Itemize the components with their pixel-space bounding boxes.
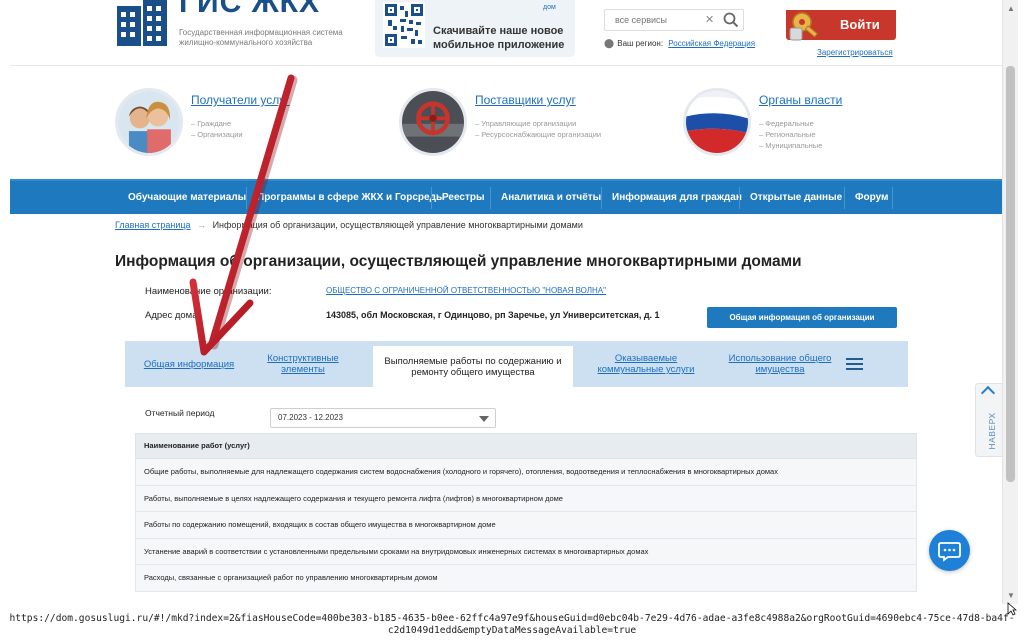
clear-icon[interactable]: ✕ (705, 13, 714, 26)
app-banner-text: Скачивайте наше новое мобильное приложен… (433, 25, 565, 51)
login-button[interactable]: Войти (786, 10, 896, 41)
app-banner-dom-label: дом (543, 4, 556, 11)
chevron-up-icon (980, 385, 996, 401)
nav-item-programs[interactable]: Программы в сфере ЖКХ и Горсреды (247, 181, 455, 216)
table-row[interactable]: Расходы, связанные с организацией работ … (135, 565, 917, 592)
building-logo-icon (117, 0, 167, 46)
tab-utility-services[interactable]: Оказываемые коммунальные услуги (585, 341, 707, 387)
org-info-button[interactable]: Общая информация об организации (707, 307, 897, 328)
tab-bar: Общая информация Конструктивные элементы… (125, 341, 908, 387)
nav-item-analytics[interactable]: Аналитика и отчёты (491, 181, 611, 216)
login-label: Войти (840, 17, 880, 32)
category-items: – Граждане – Организации (191, 118, 243, 140)
chat-icon (938, 542, 961, 562)
scroll-up-icon[interactable]: ▲ (1007, 4, 1015, 13)
valve-photo-icon (399, 88, 467, 156)
page-viewport: ГИС ЖКХ Государственная информационная с… (10, 0, 1002, 604)
register-link[interactable]: Зарегистрироваться (817, 48, 893, 57)
breadcrumb-home-link[interactable]: Главная страница (115, 220, 191, 230)
table-row[interactable]: Работы, выполняемые в целях надлежащего … (135, 485, 917, 512)
table-row[interactable]: Работы по содержанию помещений, входящих… (135, 512, 917, 539)
region-label: Ваш регион: (617, 39, 664, 48)
chevron-down-icon (479, 416, 489, 422)
search-icon[interactable] (722, 11, 740, 29)
period-value: 07.2023 - 12.2023 (278, 413, 343, 422)
category-item[interactable]: – Граждане (191, 118, 243, 129)
address-value: 143085, обл Московская, г Одинцово, рп З… (326, 310, 660, 320)
period-select[interactable]: 07.2023 - 12.2023 (270, 408, 496, 428)
category-item[interactable]: – Муниципальные (759, 140, 822, 151)
scroll-down-icon[interactable]: ▼ (1007, 591, 1015, 600)
header-divider (10, 65, 1002, 66)
table-header: Наименование работ (услуг) (135, 433, 917, 459)
location-pin-icon: ⬤ (604, 38, 615, 48)
address-label: Адрес дома: (145, 310, 201, 321)
breadcrumb-separator: → (197, 220, 207, 230)
qr-code-icon (383, 2, 425, 48)
category-item[interactable]: – Региональные (759, 129, 822, 140)
org-name-label: Наименование организации: (145, 286, 272, 297)
category-items: – Федеральные – Региональные – Муниципал… (759, 118, 822, 151)
search-input[interactable] (605, 10, 705, 30)
russian-flag-icon (683, 88, 751, 156)
screenshot-frame: ГИС ЖКХ Государственная информационная с… (0, 0, 1024, 641)
tab-common-property-use[interactable]: Использование общего имущества (723, 341, 837, 387)
category-title[interactable]: Получатели услуг (191, 93, 290, 107)
people-photo-icon (115, 88, 183, 156)
nav-separator (892, 187, 893, 209)
logo-subtitle: Государственная информационная система ж… (179, 28, 343, 47)
mobile-app-banner[interactable]: дом Скачивайте наше новое мобильное прил… (375, 0, 575, 57)
nav-item-forum[interactable]: Форум (845, 181, 898, 216)
region-link[interactable]: Российская Федерация (668, 39, 755, 48)
tab-general-info[interactable]: Общая информация (135, 341, 243, 387)
nav-item-training[interactable]: Обучающие материалы (118, 181, 256, 216)
category-title[interactable]: Органы власти (759, 93, 842, 107)
tab-maintenance-works[interactable]: Выполняемые работы по содержанию и ремон… (373, 346, 573, 387)
search-box[interactable]: ✕ (604, 9, 744, 31)
works-table: Наименование работ (услуг) Общие работы,… (135, 433, 917, 592)
logo-title: ГИС ЖКХ (179, 0, 321, 19)
status-url: https://dom.gosuslugi.ru/#!/mkd?index=2&… (9, 613, 1015, 636)
page-title: Информация об организации, осуществляюще… (115, 253, 802, 270)
nav-item-open-data[interactable]: Открытые данные (740, 181, 852, 216)
mouse-cursor-icon (1007, 602, 1017, 616)
region-selector: ⬤ Ваш регион: Российская Федерация (604, 38, 755, 48)
category-item[interactable]: – Организации (191, 129, 243, 140)
category-title[interactable]: Поставщики услуг (475, 93, 576, 107)
tab-structural-elements[interactable]: Конструктивные элементы (253, 341, 353, 387)
main-navigation: Обучающие материалы Программы в сфере ЖК… (10, 179, 1002, 214)
category-item[interactable]: – Федеральные (759, 118, 822, 129)
vertical-scrollbar[interactable]: ▲ ▼ (1002, 0, 1018, 604)
nav-item-registries[interactable]: Реестры (432, 181, 495, 216)
hamburger-menu-icon[interactable] (846, 358, 863, 372)
scroll-to-top-label: НАВЕРХ (987, 412, 997, 450)
scrollbar-thumb[interactable] (1006, 66, 1015, 482)
scroll-to-top-button[interactable]: НАВЕРХ (975, 383, 1002, 457)
nav-item-citizens[interactable]: Информация для граждан (602, 181, 752, 216)
key-icon (789, 12, 818, 41)
org-name-link[interactable]: ОБЩЕСТВО С ОГРАНИЧЕННОЙ ОТВЕТСТВЕННОСТЬЮ… (326, 286, 606, 295)
breadcrumb-current: Информация об организации, осуществляюще… (212, 220, 583, 230)
table-row[interactable]: Общие работы, выполняемые для надлежащег… (135, 459, 917, 486)
period-label: Отчетный период (145, 408, 215, 418)
breadcrumb: Главная страница → Информация об организ… (115, 220, 583, 230)
category-item[interactable]: – Управляющие организации (475, 118, 601, 129)
table-row[interactable]: Устанение аварий в соответствии с устано… (135, 538, 917, 565)
category-items: – Управляющие организации – Ресурсоснабж… (475, 118, 601, 140)
category-item[interactable]: – Ресурсоснабжающие организации (475, 129, 601, 140)
chat-button[interactable] (929, 530, 970, 571)
